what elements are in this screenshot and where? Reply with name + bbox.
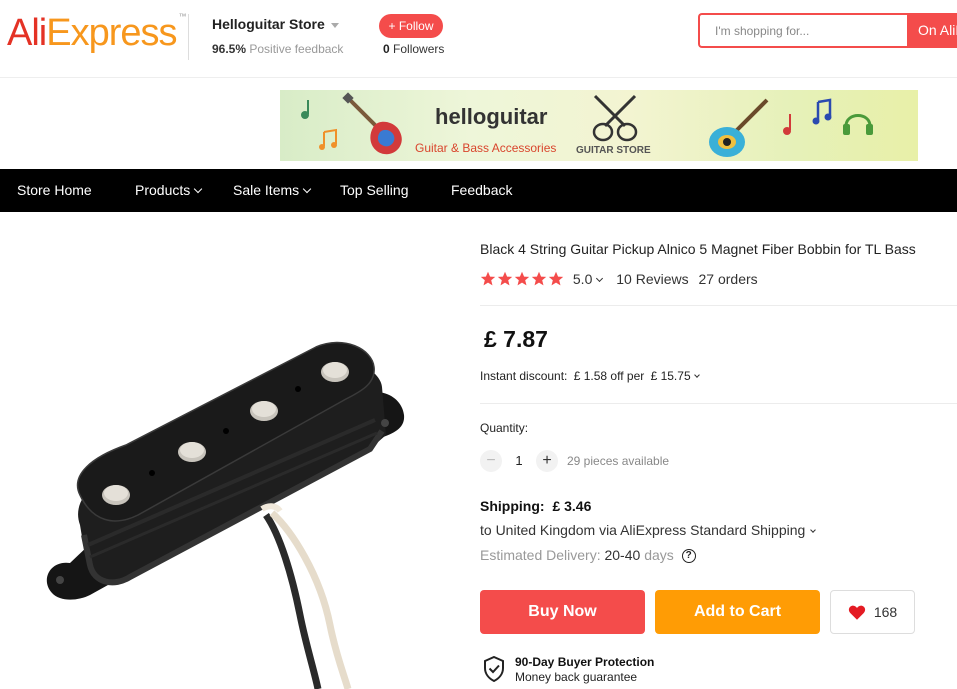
store-nav-bar: Store Home Products Sale Items Top Selli…	[0, 169, 957, 212]
buyer-protection-title: 90-Day Buyer Protection	[515, 655, 655, 669]
music-note-icon	[812, 98, 832, 125]
quantity-input[interactable]: 1	[510, 453, 528, 468]
shield-check-icon	[484, 656, 504, 682]
headphones-icon	[843, 114, 873, 135]
followers-count: 0 Followers	[383, 42, 445, 56]
aliexpress-logo[interactable]: AliExpress ™	[7, 12, 187, 55]
discount-threshold[interactable]: £ 15.75	[651, 369, 691, 383]
product-price: £ 7.87	[484, 326, 548, 352]
orders-count: 27 orders	[698, 271, 758, 288]
music-note-icon	[783, 114, 791, 135]
shipping-method[interactable]: to United Kingdom via AliExpress Standar…	[480, 522, 817, 538]
star-icon	[497, 271, 513, 286]
chevron-down-icon	[194, 184, 203, 194]
nav-top-selling[interactable]: Top Selling	[340, 169, 409, 212]
star-icon	[531, 271, 547, 286]
chevron-down-icon	[693, 372, 700, 378]
reviews-link[interactable]: 10 Reviews	[616, 271, 688, 287]
chevron-down-icon	[302, 184, 312, 194]
store-name[interactable]: Helloguitar Store	[212, 16, 339, 32]
divider	[480, 305, 957, 306]
availability: 29 pieces available	[567, 454, 670, 468]
store-banner[interactable]: helloguitar Guitar & Bass Accessories GU…	[280, 90, 918, 161]
music-note-icon	[301, 100, 309, 119]
store-header: AliExpress ™ Helloguitar Store 96.5% Posi…	[0, 0, 957, 78]
follow-button[interactable]: + Follow	[379, 14, 443, 38]
divider	[480, 403, 957, 404]
nav-sale-items[interactable]: Sale Items	[233, 169, 312, 212]
estimated-delivery: Estimated Delivery: 20-40 days ?	[480, 547, 696, 564]
quantity-decrease-button[interactable]: −	[480, 450, 502, 472]
quantity-increase-button[interactable]: +	[536, 450, 558, 472]
rating-value[interactable]: 5.0	[573, 271, 592, 287]
chevron-down-icon	[810, 527, 817, 533]
shipping-price: Shipping: £ 3.46	[480, 498, 592, 514]
star-rating[interactable]	[480, 271, 565, 290]
wishlist-button[interactable]: 168	[830, 590, 915, 634]
add-to-cart-button[interactable]: Add to Cart	[655, 590, 820, 634]
nav-feedback[interactable]: Feedback	[451, 169, 512, 212]
star-icon	[480, 271, 496, 286]
music-note-icon	[319, 128, 337, 150]
nav-store-home[interactable]: Store Home	[17, 169, 92, 212]
banner-subtitle: Guitar & Bass Accessories	[415, 141, 557, 155]
buyer-protection-subtitle: Money back guarantee	[515, 670, 638, 684]
acoustic-guitar-icon	[709, 98, 769, 157]
buy-now-button[interactable]: Buy Now	[480, 590, 645, 634]
quantity-label: Quantity:	[480, 421, 529, 435]
search-input[interactable]	[700, 15, 908, 46]
store-feedback: 96.5% Positive feedback	[212, 42, 344, 56]
caret-down-icon	[330, 22, 339, 28]
banner-store-label: GUITAR STORE	[576, 145, 651, 156]
product-image[interactable]	[30, 325, 420, 689]
banner-title: helloguitar	[435, 104, 548, 129]
electric-guitar-icon	[342, 92, 402, 155]
nav-products[interactable]: Products	[135, 169, 203, 212]
search-box	[698, 13, 908, 48]
star-icon	[548, 271, 564, 286]
rating-row: 5.0 10 Reviews 27 orders	[480, 271, 758, 289]
star-icon	[514, 271, 530, 286]
header-divider	[188, 14, 189, 60]
chevron-down-icon	[596, 275, 604, 283]
heart-icon	[848, 605, 865, 620]
instant-discount: Instant discount: £ 1.58 off per £ 15.75	[480, 369, 700, 383]
crossed-guitars-icon	[592, 94, 638, 142]
product-title: Black 4 String Guitar Pickup Alnico 5 Ma…	[480, 241, 916, 257]
search-on-aliexpress-button[interactable]: On AliExpress	[907, 13, 957, 48]
help-icon[interactable]: ?	[681, 549, 696, 564]
